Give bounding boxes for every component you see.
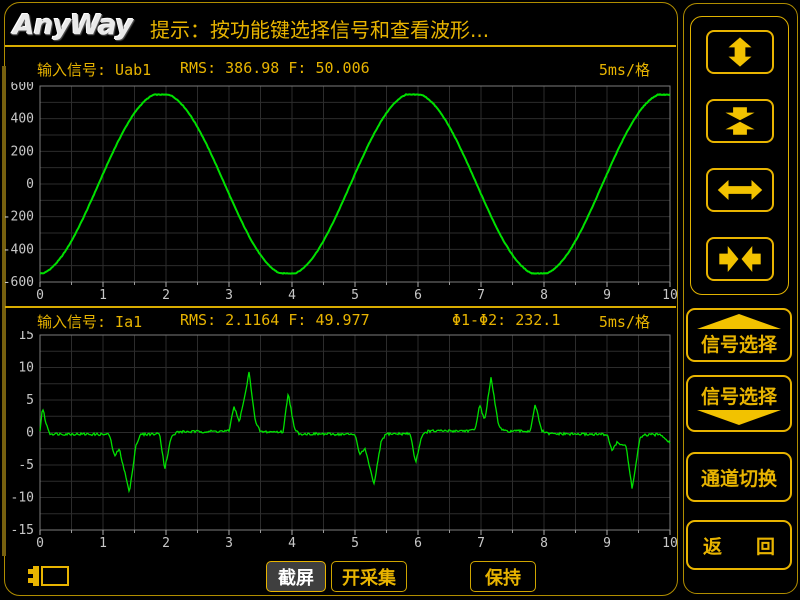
- return-label-right: 回: [756, 532, 775, 559]
- svg-text:8: 8: [540, 536, 548, 551]
- battery-icon: [26, 561, 74, 591]
- svg-text:7: 7: [477, 288, 485, 303]
- svg-text:-5: -5: [18, 458, 34, 473]
- chart1-timebase: 5ms/格: [599, 59, 650, 80]
- svg-text:2: 2: [162, 536, 170, 551]
- zoom-button-group: [690, 16, 789, 295]
- chart1-rms-freq: RMS: 386.98 F: 50.006: [180, 59, 370, 77]
- return-label-left: 返: [703, 532, 722, 559]
- svg-text:8: 8: [540, 288, 548, 303]
- svg-text:5: 5: [351, 536, 359, 551]
- header-divider: [5, 45, 676, 47]
- svg-text:3: 3: [225, 536, 233, 551]
- svg-text:7: 7: [477, 536, 485, 551]
- expand-horizontal-icon: [717, 174, 763, 206]
- screenshot-button[interactable]: 截屏: [266, 561, 326, 592]
- chart2-rms-freq: RMS: 2.1164 F: 49.977: [180, 311, 370, 329]
- svg-text:3: 3: [225, 288, 233, 303]
- expand-horizontal-button[interactable]: [706, 168, 774, 212]
- svg-text:10: 10: [662, 288, 678, 303]
- chart2-timebase: 5ms/格: [599, 311, 650, 332]
- svg-text:400: 400: [11, 112, 34, 127]
- collapse-horizontal-button[interactable]: [706, 237, 774, 281]
- svg-text:-400: -400: [3, 242, 34, 257]
- collapse-vertical-button[interactable]: [706, 99, 774, 143]
- start-acquisition-button[interactable]: 开采集: [331, 561, 407, 592]
- svg-text:-10: -10: [11, 491, 34, 506]
- collapse-horizontal-icon: [717, 243, 763, 275]
- return-button[interactable]: 返 回: [686, 520, 792, 570]
- expand-vertical-button[interactable]: [706, 30, 774, 74]
- svg-text:600: 600: [11, 82, 34, 94]
- svg-text:4: 4: [288, 288, 296, 303]
- svg-text:200: 200: [11, 144, 34, 159]
- svg-text:9: 9: [603, 288, 611, 303]
- expand-vertical-icon: [717, 36, 763, 68]
- svg-text:0: 0: [26, 426, 34, 441]
- svg-text:10: 10: [18, 361, 34, 376]
- svg-text:4: 4: [288, 536, 296, 551]
- chart2-signal-label: 输入信号: Ia1: [37, 311, 142, 332]
- chart1-signal-label: 输入信号: Uab1: [37, 59, 151, 80]
- triangle-down-icon: [695, 409, 783, 426]
- chart2-phase-diff: Φ1-Φ2: 232.1: [452, 311, 560, 329]
- svg-text:5: 5: [351, 288, 359, 303]
- svg-text:1: 1: [99, 536, 107, 551]
- chart-divider: [5, 306, 676, 308]
- svg-text:0: 0: [36, 288, 44, 303]
- channel-switch-button[interactable]: 通道切换: [686, 452, 792, 502]
- svg-text:-200: -200: [3, 210, 34, 225]
- current-waveform-chart: 0 1 2 3 4 5 6 7 8 9 10 15 10 5 0 -5 -10 -15: [0, 331, 680, 553]
- signal-select-down-button[interactable]: 信号选择: [686, 375, 792, 432]
- svg-text:15: 15: [18, 331, 34, 343]
- svg-text:0: 0: [36, 536, 44, 551]
- svg-text:-600: -600: [3, 275, 34, 290]
- svg-text:2: 2: [162, 288, 170, 303]
- svg-text:6: 6: [414, 288, 422, 303]
- tip-message: 提示：按功能键选择信号和查看波形...: [150, 14, 489, 43]
- anyway-logo: AnyWay: [13, 8, 132, 41]
- signal-select-down-label: 信号选择: [701, 382, 777, 409]
- signal-select-up-label: 信号选择: [701, 330, 777, 357]
- svg-text:1: 1: [99, 288, 107, 303]
- triangle-up-icon: [695, 313, 783, 330]
- collapse-vertical-icon: [717, 105, 763, 137]
- svg-text:9: 9: [603, 536, 611, 551]
- svg-text:5: 5: [26, 393, 34, 408]
- channel-switch-label: 通道切换: [701, 464, 777, 491]
- svg-text:-15: -15: [11, 523, 34, 538]
- svg-text:10: 10: [662, 536, 678, 551]
- signal-select-up-button[interactable]: 信号选择: [686, 308, 792, 362]
- voltage-waveform-chart: 0 1 2 3 4 5 6 7 8 9 10 600 400 200 0 -200 -400 -600: [0, 82, 680, 306]
- hold-button[interactable]: 保持: [470, 561, 536, 592]
- svg-text:0: 0: [26, 177, 34, 192]
- svg-text:6: 6: [414, 536, 422, 551]
